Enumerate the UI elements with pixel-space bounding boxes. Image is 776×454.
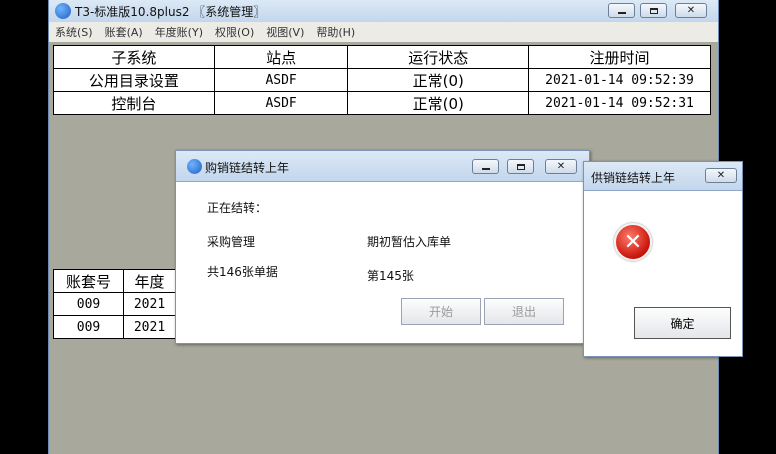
main-minimize-button[interactable] (608, 3, 635, 18)
cell-account-number: 009 (53, 292, 124, 316)
app-logo-icon (55, 3, 71, 19)
cell-year: 2021 (123, 292, 176, 316)
cell-site: ASDF (213, 68, 349, 92)
cell-site: ASDF (213, 91, 349, 115)
menu-view[interactable]: 视图(V) (260, 24, 310, 40)
menu-bar: 系统(S) 账套(A) 年度账(Y) 权限(O) 视图(V) 帮助(H) (49, 22, 718, 42)
menu-system[interactable]: 系统(S) (49, 24, 99, 40)
cell-year: 2021 (123, 315, 176, 339)
carryover-dialog: 购销链结转上年 ✕ 正在结转： 采购管理 期初暂估入库单 共146张单据 第14… (175, 150, 590, 344)
menu-annual-account[interactable]: 年度账(Y) (149, 24, 209, 40)
minimize-icon (617, 12, 626, 14)
menu-account[interactable]: 账套(A) (99, 24, 149, 40)
menu-permission[interactable]: 权限(O) (209, 24, 260, 40)
carryover-titlebar[interactable]: 购销链结转上年 ✕ (176, 151, 589, 182)
carryover-total-label: 共146张单据 (207, 265, 278, 279)
carryover-dialog-title: 购销链结转上年 (205, 161, 290, 175)
cell-register-time: 2021-01-14 09:52:31 (528, 91, 711, 115)
carryover-close-button[interactable]: ✕ (545, 159, 577, 174)
app-logo-icon (187, 159, 202, 174)
maximize-icon (516, 163, 525, 170)
main-close-button[interactable]: ✕ (675, 3, 707, 18)
carryover-maximize-button[interactable] (507, 159, 534, 174)
error-titlebar[interactable]: 供销链结转上年 ✕ (584, 162, 742, 191)
maximize-icon (649, 7, 658, 14)
error-dialog: 供销链结转上年 ✕ ✕ 确定 (583, 161, 743, 357)
carryover-minimize-button[interactable] (472, 159, 499, 174)
close-icon: ✕ (716, 169, 726, 181)
carryover-status-label: 正在结转： (207, 201, 268, 215)
cell-account-number: 009 (53, 315, 124, 339)
main-maximize-button[interactable] (640, 3, 667, 18)
header-account-number: 账套号 (53, 269, 124, 293)
close-icon: ✕ (686, 4, 696, 16)
cell-register-time: 2021-01-14 09:52:39 (528, 68, 711, 92)
table-row[interactable]: 009 2021 (53, 292, 176, 316)
main-titlebar[interactable]: T3-标准版10.8plus2 〖系统管理〗 ✕ (49, 0, 718, 23)
cell-subsystem: 公用目录设置 (53, 68, 215, 92)
header-year: 年度 (123, 269, 176, 293)
table-row[interactable]: 009 2021 (53, 315, 176, 339)
minimize-icon (481, 168, 490, 170)
carryover-module-value: 期初暂估入库单 (367, 235, 452, 249)
exit-button[interactable]: 退出 (484, 298, 564, 325)
menu-help[interactable]: 帮助(H) (310, 24, 361, 40)
start-button[interactable]: 开始 (401, 298, 481, 325)
table-row[interactable]: 公用目录设置 ASDF 正常(0) 2021-01-14 09:52:39 (53, 68, 711, 92)
main-window-title: T3-标准版10.8plus2 〖系统管理〗 (75, 5, 266, 19)
header-site: 站点 (213, 45, 349, 69)
carryover-module-label: 采购管理 (207, 235, 256, 249)
subsystem-table: 子系统 站点 运行状态 注册时间 公用目录设置 ASDF 正常(0) 2021-… (53, 45, 711, 115)
cell-run-status: 正常(0) (347, 91, 530, 115)
table-row[interactable]: 控制台 ASDF 正常(0) 2021-01-14 09:52:31 (53, 91, 711, 115)
cell-run-status: 正常(0) (347, 68, 530, 92)
account-table: 账套号 年度 009 2021 009 2021 (53, 269, 176, 339)
error-dialog-title: 供销链结转上年 (591, 171, 676, 185)
carryover-current-label: 第145张 (367, 269, 414, 283)
table-header-row: 子系统 站点 运行状态 注册时间 (53, 45, 711, 69)
table-header-row: 账套号 年度 (53, 269, 176, 293)
error-icon: ✕ (614, 223, 652, 261)
cell-subsystem: 控制台 (53, 91, 215, 115)
header-register-time: 注册时间 (528, 45, 711, 69)
header-subsystem: 子系统 (53, 45, 215, 69)
ok-button[interactable]: 确定 (634, 307, 731, 339)
error-close-button[interactable]: ✕ (705, 168, 737, 183)
close-icon: ✕ (556, 160, 566, 172)
header-run-status: 运行状态 (347, 45, 530, 69)
